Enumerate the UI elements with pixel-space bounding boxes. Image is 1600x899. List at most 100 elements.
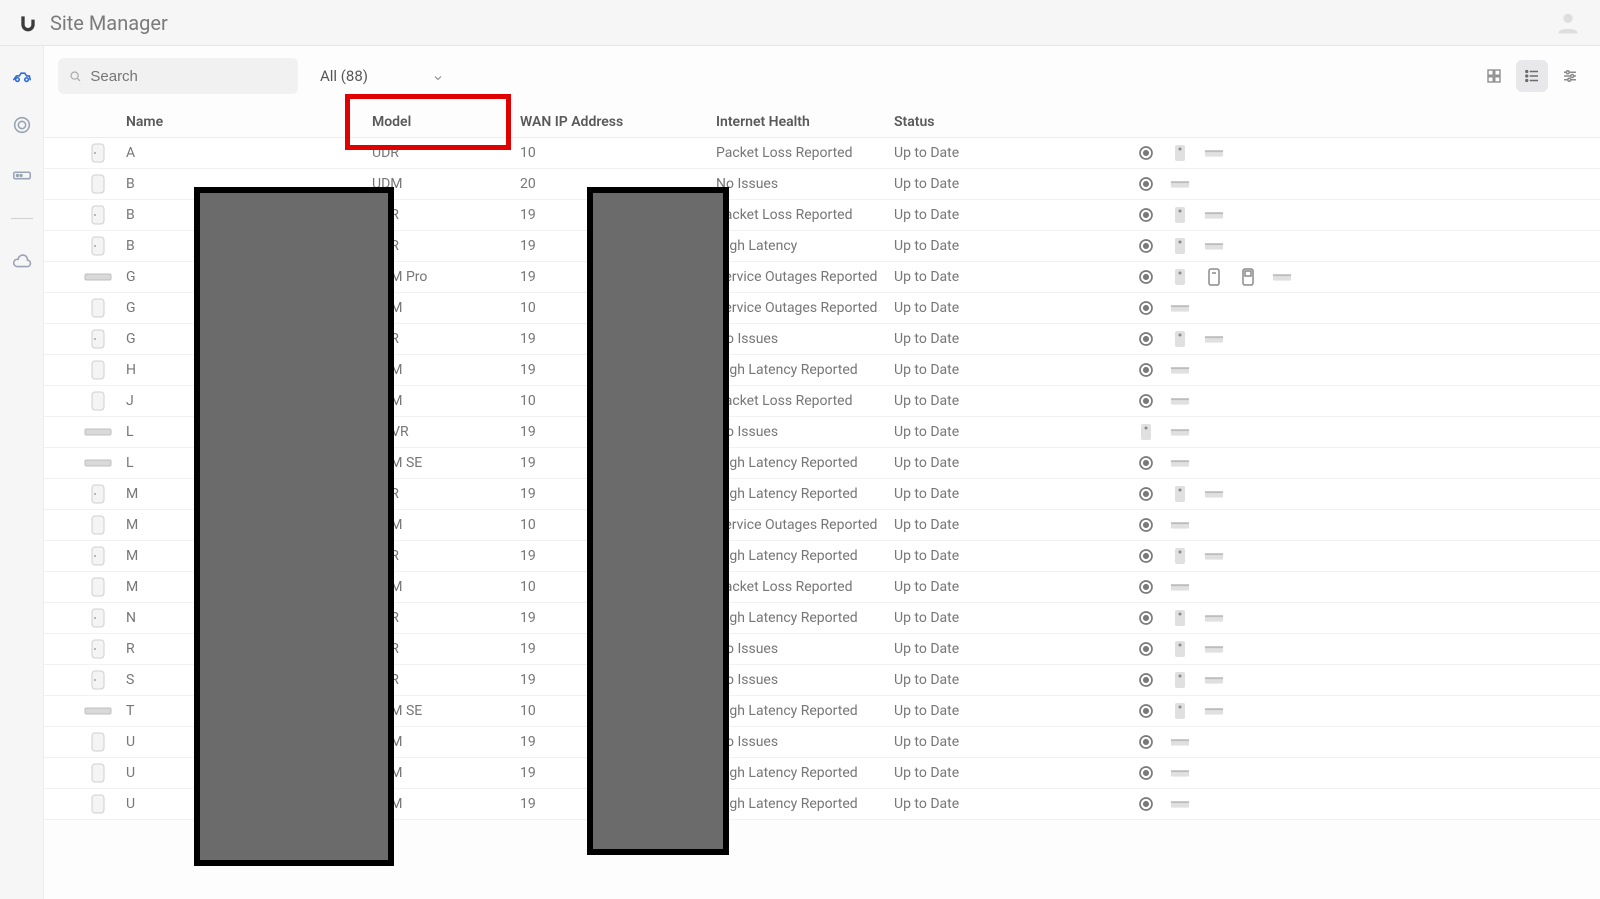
network-app-icon[interactable] [1170,765,1190,781]
device-thumb-icon [84,267,112,287]
cell-model: UDR [372,207,520,223]
access-app-icon[interactable] [1170,548,1190,564]
network-app-icon[interactable] [1170,300,1190,316]
protect-app-icon[interactable] [1136,579,1156,595]
cell-model: UDM [372,362,520,378]
cell-health: High Latency Reported [716,455,894,471]
network-app-icon[interactable] [1204,703,1224,719]
access-app-icon[interactable] [1170,331,1190,347]
cell-model: UDR [372,486,520,502]
cell-model: UDR [372,672,520,688]
phone-app-icon[interactable] [1238,269,1258,285]
cell-status: Up to Date [894,610,1134,626]
access-app-icon[interactable] [1170,238,1190,254]
network-app-icon[interactable] [1170,424,1190,440]
protect-app-icon[interactable] [1136,703,1156,719]
nav-cloud-icon[interactable] [11,251,33,273]
protect-app-icon[interactable] [1136,734,1156,750]
network-app-icon[interactable] [1170,362,1190,378]
access-app-icon[interactable] [1170,610,1190,626]
protect-app-icon[interactable] [1136,207,1156,223]
col-header-model[interactable]: Model [372,114,520,130]
protect-app-icon[interactable] [1136,517,1156,533]
user-avatar-icon[interactable] [1554,9,1582,37]
network-app-icon[interactable] [1170,796,1190,812]
protect-app-icon[interactable] [1136,300,1156,316]
network-app-icon[interactable] [1204,331,1224,347]
network-app-icon[interactable] [1272,269,1292,285]
network-app-icon[interactable] [1204,548,1224,564]
table-row[interactable]: A UDR 10 Packet Loss Reported Up to Date [44,138,1600,169]
network-app-icon[interactable] [1170,393,1190,409]
protect-app-icon[interactable] [1136,796,1156,812]
cell-status: Up to Date [894,548,1134,564]
col-header-health[interactable]: Internet Health [716,114,894,130]
talk-app-icon[interactable] [1204,269,1224,285]
network-app-icon[interactable] [1170,455,1190,471]
cell-status: Up to Date [894,672,1134,688]
view-settings-button[interactable] [1554,60,1586,92]
protect-app-icon[interactable] [1136,672,1156,688]
cell-apps [1134,269,1586,285]
access-app-icon[interactable] [1170,672,1190,688]
nav-network-icon[interactable] [11,114,33,136]
access-app-icon[interactable] [1170,269,1190,285]
nav-devices-icon[interactable] [11,164,33,186]
protect-app-icon[interactable] [1136,548,1156,564]
protect-app-icon[interactable] [1136,393,1156,409]
protect-app-icon[interactable] [1136,486,1156,502]
network-app-icon[interactable] [1204,145,1224,161]
cell-model: UDM [372,796,520,812]
network-app-icon[interactable] [1204,641,1224,657]
cell-health: High Latency Reported [716,703,894,719]
cell-model: UDM [372,517,520,533]
view-grid-button[interactable] [1478,60,1510,92]
network-app-icon[interactable] [1204,238,1224,254]
network-app-icon[interactable] [1204,207,1224,223]
network-app-icon[interactable] [1204,610,1224,626]
search-input-wrap[interactable] [58,58,298,94]
cell-apps [1134,703,1586,719]
cell-health: High Latency [716,238,894,254]
protect-app-icon[interactable] [1136,362,1156,378]
access-app-icon[interactable] [1170,145,1190,161]
cell-wan: 10 [520,145,716,161]
protect-app-icon[interactable] [1136,641,1156,657]
protect-app-icon[interactable] [1136,331,1156,347]
cell-apps [1134,362,1586,378]
search-input[interactable] [90,68,288,85]
redacted-name-column [194,187,394,866]
cell-health: Packet Loss Reported [716,145,894,161]
access-app-icon[interactable] [1170,703,1190,719]
cell-model: UDM [372,393,520,409]
protect-app-icon[interactable] [1136,610,1156,626]
access-app-icon[interactable] [1170,641,1190,657]
network-app-icon[interactable] [1170,517,1190,533]
network-app-icon[interactable] [1170,734,1190,750]
network-app-icon[interactable] [1204,486,1224,502]
protect-app-icon[interactable] [1136,765,1156,781]
protect-app-icon[interactable] [1136,145,1156,161]
network-app-icon[interactable] [1204,672,1224,688]
toolbar: All (88) [44,46,1600,106]
protect-app-icon[interactable] [1136,269,1156,285]
cell-status: Up to Date [894,765,1134,781]
protect-app-icon[interactable] [1136,455,1156,471]
protect-app-icon[interactable] [1136,176,1156,192]
access-app-icon[interactable] [1136,424,1156,440]
cell-model: UDM [372,300,520,316]
protect-app-icon[interactable] [1136,238,1156,254]
device-thumb-icon [84,515,112,535]
col-header-status[interactable]: Status [894,114,1134,130]
access-app-icon[interactable] [1170,486,1190,502]
nav-sites-icon[interactable] [11,64,33,86]
network-app-icon[interactable] [1170,579,1190,595]
col-header-name[interactable]: Name [126,114,372,130]
filter-dropdown[interactable]: All (88) [304,58,454,94]
access-app-icon[interactable] [1170,207,1190,223]
cell-status: Up to Date [894,176,1134,192]
col-header-wan[interactable]: WAN IP Address [520,114,716,130]
network-app-icon[interactable] [1170,176,1190,192]
cell-apps [1134,455,1586,471]
view-list-button[interactable] [1516,60,1548,92]
